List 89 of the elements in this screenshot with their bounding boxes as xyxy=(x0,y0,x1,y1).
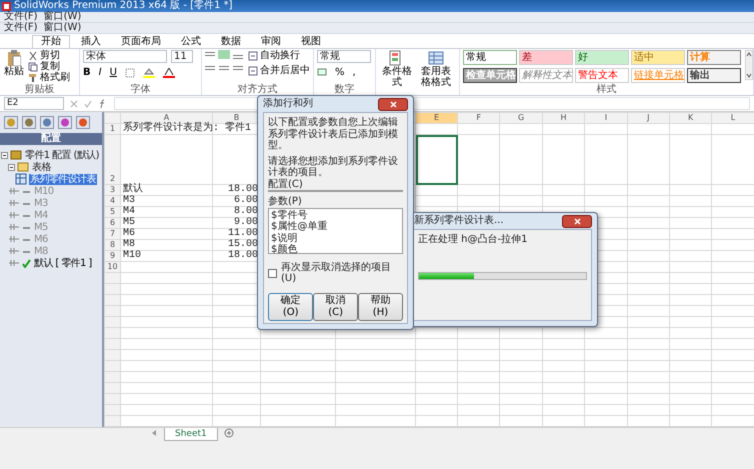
ribbon-button[interactable]: 条件格式 xyxy=(379,50,415,95)
cell-style-swatch[interactable]: 解释性文本 xyxy=(519,68,573,82)
table-cell: 11.00 xyxy=(228,228,258,239)
column-header[interactable]: A xyxy=(164,113,170,122)
panel-header: 配置 xyxy=(0,133,102,145)
column-header[interactable]: B xyxy=(234,113,240,122)
cell-style-swatch[interactable]: 常规 xyxy=(463,50,517,65)
table-cell: M4 xyxy=(123,206,136,217)
cell-style-swatch[interactable]: 适中 xyxy=(631,50,685,65)
clipboard-button[interactable]: 剪切 xyxy=(28,50,70,61)
group-label: 对齐方式 xyxy=(236,84,278,95)
ribbon-tab[interactable]: 公式 xyxy=(172,35,210,48)
dialog-message: 以下配置或参数自您上次编辑系列零件设计表后已添加到模型。 xyxy=(268,117,399,152)
sheet-tab[interactable]: Sheet1 xyxy=(164,428,218,442)
dialog-button[interactable]: 帮助(H) xyxy=(358,292,403,320)
dialog-button[interactable]: 取消(C) xyxy=(313,292,358,320)
clipboard-button[interactable]: 格式刷 xyxy=(28,72,70,83)
table-cell: M3 xyxy=(123,195,136,206)
dialog-title: 添加行和列 xyxy=(263,98,313,110)
table-cell: 18.00 xyxy=(228,250,258,261)
window-title: SolidWorks Premium 2013 x64 版 - [零件1 *] xyxy=(14,0,233,12)
ribbon-tab[interactable]: 数据 xyxy=(212,35,250,48)
column-header[interactable]: K xyxy=(688,113,694,122)
menu-item[interactable]: 窗口(W) xyxy=(44,11,82,23)
table-cell: M8 xyxy=(123,239,136,250)
list-label: 配置(C) xyxy=(268,178,304,190)
name-box[interactable]: E2 xyxy=(4,97,64,110)
font-size-field[interactable]: 11 xyxy=(171,50,193,63)
list-item[interactable]: $说明 xyxy=(271,232,400,244)
group-label: 剪贴板 xyxy=(24,84,56,95)
tree-item[interactable]: 表格 xyxy=(31,162,52,172)
table-cell: M10 xyxy=(123,250,142,261)
menu-item[interactable]: 窗口(W) xyxy=(44,22,82,34)
ribbon-button[interactable]: 套用表格格式 xyxy=(418,50,454,95)
table-cell: 6.00 xyxy=(234,195,258,206)
column-header[interactable]: E xyxy=(434,113,440,122)
table-cell: 系列零件设计表是为: 零件1 xyxy=(123,123,252,134)
list-item[interactable]: $零件号 xyxy=(271,210,400,221)
progress-message: 正在处理 h@凸台-拉伸1 xyxy=(418,234,528,246)
list-label: 参数(P) xyxy=(268,196,303,208)
paste-button[interactable]: 粘贴 xyxy=(3,50,25,84)
cell-style-swatch[interactable]: 警告文本 xyxy=(575,68,629,82)
group-label: 字体 xyxy=(130,84,152,95)
group-label: 数字 xyxy=(334,84,356,95)
table-cell: 默认 xyxy=(123,184,143,195)
format-button[interactable]: B xyxy=(83,67,91,78)
table-cell: 15.00 xyxy=(228,239,258,250)
alignment-button[interactable]: 自动换行 xyxy=(248,50,310,61)
table-cell: 18.00 xyxy=(228,184,258,195)
dialog-title: 新系列零件设计表... xyxy=(414,215,504,227)
group-label: 样式 xyxy=(596,84,618,95)
menu-item[interactable]: 文件(F) xyxy=(4,22,38,34)
column-header[interactable]: G xyxy=(518,113,524,122)
cell-style-swatch[interactable]: 输出 xyxy=(687,68,741,82)
dialog-prompt: 请选择您想添加到系列零件设计表的项目。 xyxy=(268,156,399,178)
list-item[interactable]: $颜色 xyxy=(271,244,400,256)
cell-style-swatch[interactable]: 差 xyxy=(519,50,573,65)
column-header[interactable]: H xyxy=(560,113,566,122)
cell-style-swatch[interactable]: 好 xyxy=(575,50,629,65)
column-header[interactable]: L xyxy=(730,113,736,122)
column-header[interactable]: J xyxy=(647,113,650,122)
table-cell: M6 xyxy=(123,228,136,239)
number-format-button[interactable]: , xyxy=(352,67,356,78)
format-button[interactable]: I xyxy=(98,67,102,78)
table-cell: M5 xyxy=(123,217,136,228)
column-header[interactable]: I xyxy=(604,113,608,122)
alignment-button[interactable]: 合并后居中 xyxy=(248,65,310,76)
ribbon-tab[interactable]: 开始 xyxy=(32,35,70,48)
list-item[interactable]: $属性@单重 xyxy=(271,221,400,232)
row-header[interactable]: 2 xyxy=(110,174,116,183)
number-format-field[interactable]: 常规 xyxy=(317,50,371,63)
parameters-list[interactable]: $零件号 $属性@单重 $说明 $颜色 xyxy=(268,208,403,254)
dialog-button[interactable]: 确定(O) xyxy=(268,292,314,320)
tree-item[interactable]: 系列零件设计表 xyxy=(29,174,97,184)
checkbox-label[interactable]: 再次显示取消选择的项目(U) xyxy=(281,262,403,284)
tree-item[interactable]: 零件1 配置 (默认) xyxy=(24,150,100,160)
table-cell: 8.00 xyxy=(234,206,258,217)
number-format-button[interactable]: % xyxy=(335,67,345,78)
ribbon-tab[interactable]: 审阅 xyxy=(252,35,290,48)
table-cell: 9.00 xyxy=(234,217,258,228)
font-name-field[interactable]: 宋体 xyxy=(83,50,167,63)
clipboard-button[interactable]: 复制 xyxy=(28,61,70,72)
ribbon-tab[interactable]: 页面布局 xyxy=(112,35,170,48)
column-header[interactable]: F xyxy=(476,113,481,122)
tree-item[interactable]: 默认 [ 零件1 ] xyxy=(33,258,93,268)
ribbon-tab[interactable]: 插入 xyxy=(72,35,110,48)
format-button[interactable]: U xyxy=(110,67,117,78)
menu-item[interactable]: 文件(F) xyxy=(4,11,38,23)
ribbon-tab[interactable]: 视图 xyxy=(292,35,330,48)
